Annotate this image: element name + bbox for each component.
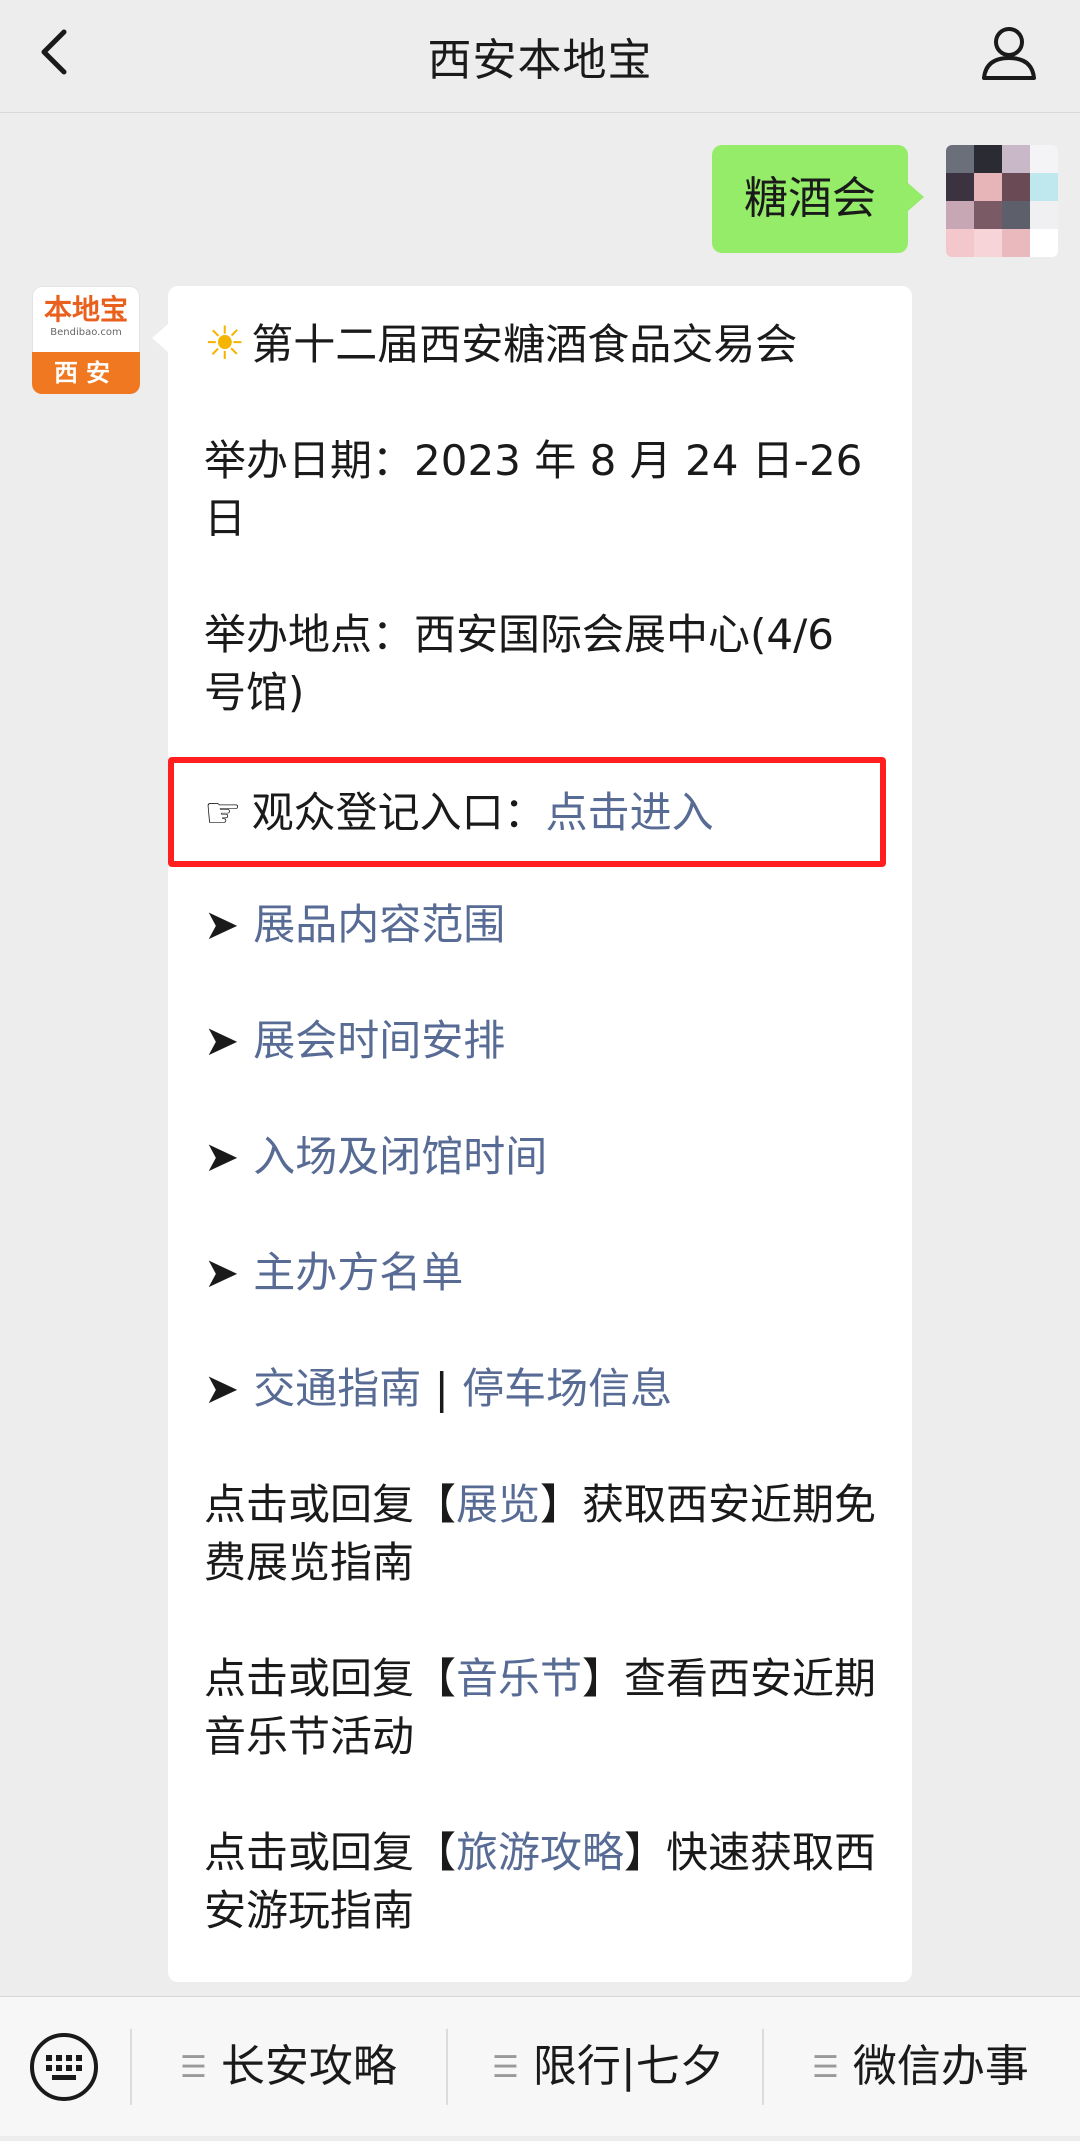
bottom-menu-bar: ☰ 长安攻略 ☰ 限行|七夕 ☰ 微信办事	[0, 1996, 1080, 2136]
menu-lines-icon: ☰	[180, 2050, 207, 2085]
logo-domain: Bendibao.com	[50, 327, 122, 338]
arrow-icon: ➤	[204, 1248, 240, 1297]
arrow-icon: ➤	[204, 1016, 240, 1065]
event-venue: 举办地点：西安国际会展中心(4/6 号馆)	[204, 610, 834, 717]
menu-item-changan-guide[interactable]: ☰ 长安攻略	[180, 1997, 397, 2136]
keyword-music-festival[interactable]: 音乐节	[456, 1654, 582, 1703]
link-separator: |	[421, 1364, 463, 1413]
page-title: 西安本地宝	[427, 35, 653, 86]
nav-header: 西安本地宝	[0, 0, 1080, 113]
traffic-links: ➤ 交通指南 | 停车场信息	[204, 1360, 882, 1418]
link-opening-hours[interactable]: ➤ 入场及闭馆时间	[204, 1128, 882, 1186]
promo-exhibition: 点击或回复【展览】获取西安近期免费展览指南	[204, 1480, 877, 1587]
keyword-travel-guide[interactable]: 旅游攻略	[456, 1828, 624, 1877]
arrow-icon: ➤	[204, 1132, 240, 1181]
event-title-line: ☀ 第十二届西安糖酒食品交易会	[204, 314, 882, 374]
person-icon	[982, 27, 1036, 80]
keyboard-icon	[30, 2033, 98, 2101]
user-message-bubble[interactable]: 糖酒会	[712, 145, 924, 253]
registration-link[interactable]: 点击进入	[546, 788, 714, 837]
registration-entry: ☞ 观众登记入口：点击进入	[204, 784, 714, 842]
arrow-icon: ➤	[204, 1364, 240, 1413]
menu-divider	[762, 2029, 764, 2105]
logo-city: 西安	[32, 352, 140, 394]
link-traffic-guide[interactable]: 交通指南	[253, 1364, 421, 1413]
link-schedule[interactable]: ➤ 展会时间安排	[204, 1012, 882, 1070]
menu-divider	[446, 2029, 448, 2105]
link-organizers[interactable]: ➤ 主办方名单	[204, 1244, 882, 1302]
menu-divider	[130, 2029, 132, 2105]
menu-item-wechat-services[interactable]: ☰ 微信办事	[812, 1997, 1029, 2136]
promo-travel-guide: 点击或回复【旅游攻略】快速获取西安游玩指南	[204, 1828, 877, 1935]
menu-lines-icon: ☰	[812, 2050, 839, 2085]
event-date: 举办日期：2023 年 8 月 24 日-26 日	[204, 436, 863, 543]
promo-music-festival: 点击或回复【音乐节】查看西安近期音乐节活动	[204, 1654, 877, 1761]
bot-avatar[interactable]: 本地宝 Bendibao.com 西安	[32, 286, 140, 394]
link-parking-info[interactable]: 停车场信息	[462, 1364, 672, 1413]
keyword-exhibition[interactable]: 展览	[456, 1480, 540, 1529]
sun-icon: ☀	[204, 316, 246, 370]
registration-label: 观众登记入口：	[251, 788, 546, 837]
keyboard-toggle-button[interactable]	[28, 2031, 100, 2103]
menu-lines-icon: ☰	[492, 2050, 519, 2085]
bot-message-bubble: ☀ 第十二届西安糖酒食品交易会 举办日期：2023 年 8 月 24 日-26 日…	[152, 286, 912, 1982]
event-title: 第十二届西安糖酒食品交易会	[251, 320, 798, 369]
menu-item-traffic-qixi[interactable]: ☰ 限行|七夕	[492, 1997, 724, 2136]
user-avatar[interactable]	[946, 145, 1058, 257]
logo-title: 本地宝	[43, 293, 128, 326]
arrow-icon: ➤	[204, 900, 240, 949]
pointing-hand-icon: ☞	[204, 788, 242, 837]
link-exhibit-scope[interactable]: ➤ 展品内容范围	[204, 896, 882, 954]
profile-button[interactable]	[978, 22, 1040, 84]
